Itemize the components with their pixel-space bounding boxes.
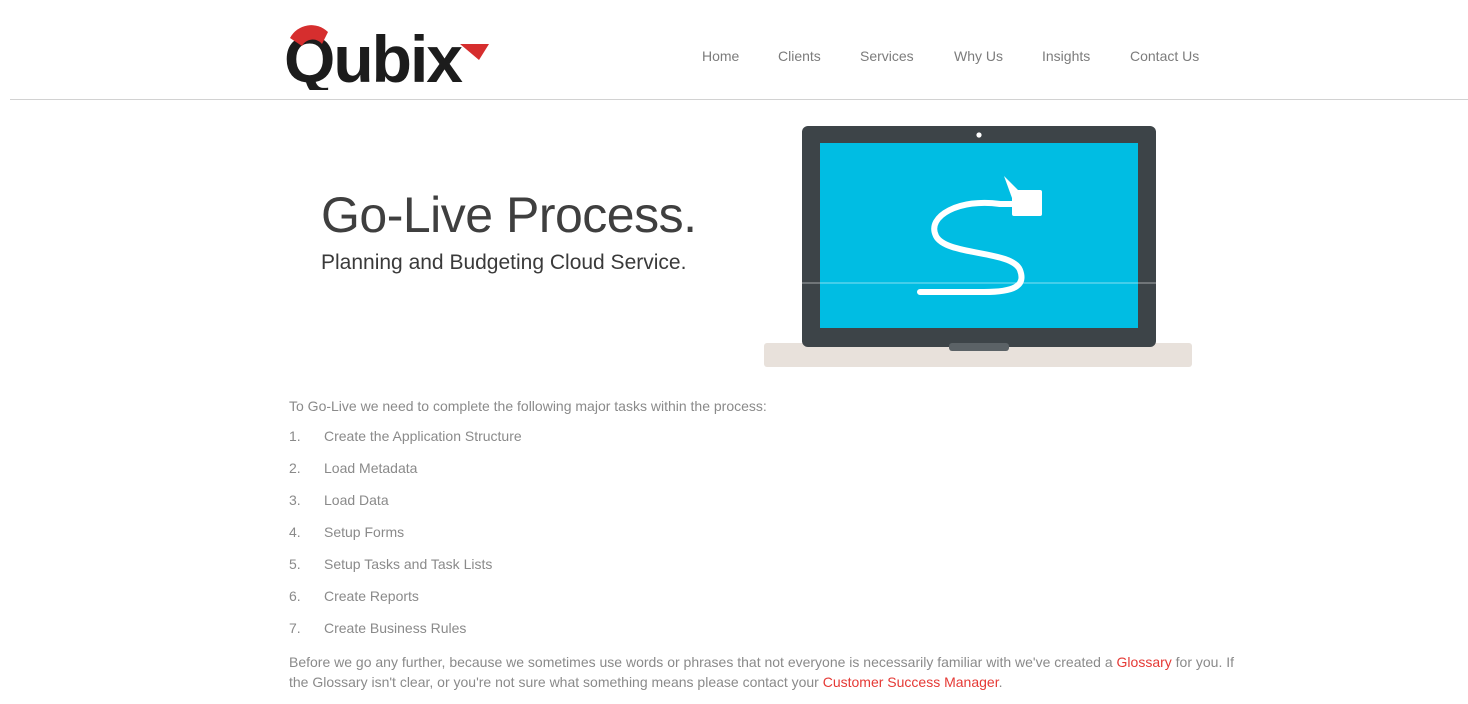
header-divider bbox=[10, 99, 1468, 100]
nav-services[interactable]: Services bbox=[860, 48, 914, 64]
glossary-link[interactable]: Glossary bbox=[1117, 654, 1172, 670]
list-item-number: 2. bbox=[289, 460, 301, 476]
list-item-number: 1. bbox=[289, 428, 301, 444]
list-item-label: Create Business Rules bbox=[324, 620, 467, 636]
site-header: Qubix Home Clients Services Why Us Insig… bbox=[0, 0, 1468, 100]
outro-part1: Before we go any further, because we som… bbox=[289, 654, 1113, 670]
laptop-camera bbox=[976, 132, 982, 138]
list-item: 2. Load Metadata bbox=[289, 458, 417, 478]
nav-why-us[interactable]: Why Us bbox=[954, 48, 1003, 64]
list-item-label: Load Metadata bbox=[324, 460, 418, 476]
list-item-number: 3. bbox=[289, 492, 301, 508]
logo-x-accent bbox=[460, 44, 489, 60]
list-item-number: 6. bbox=[289, 588, 301, 604]
qubix-logo[interactable]: Qubix bbox=[284, 24, 504, 90]
laptop-notch bbox=[949, 343, 1009, 351]
list-item-label: Setup Forms bbox=[324, 524, 405, 540]
page-title: Go-Live Process. bbox=[321, 187, 697, 243]
laptop-screen bbox=[820, 143, 1138, 328]
outro-text: Before we go any further, because we som… bbox=[289, 652, 1239, 692]
list-item: 7. Create Business Rules bbox=[289, 618, 466, 638]
list-item-number: 5. bbox=[289, 556, 301, 572]
nav-home[interactable]: Home bbox=[702, 48, 739, 64]
list-item: 5. Setup Tasks and Task Lists bbox=[289, 554, 492, 574]
list-item: 4. Setup Forms bbox=[289, 522, 404, 542]
list-item-label: Create the Application Structure bbox=[324, 428, 522, 444]
list-item: 6. Create Reports bbox=[289, 586, 419, 606]
main-content: To Go-Live we need to complete the follo… bbox=[289, 397, 1239, 690]
list-item-number: 4. bbox=[289, 524, 301, 540]
page-subtitle: Planning and Budgeting Cloud Service. bbox=[321, 251, 687, 274]
list-item: 3. Load Data bbox=[289, 490, 389, 510]
laptop-with-cable-icon bbox=[764, 126, 1192, 367]
list-item-label: Load Data bbox=[324, 492, 389, 508]
list-item-label: Create Reports bbox=[324, 588, 419, 604]
nav-contact-us[interactable]: Contact Us bbox=[1130, 48, 1199, 64]
nav-insights[interactable]: Insights bbox=[1042, 48, 1090, 64]
outro-end: . bbox=[998, 674, 1003, 690]
intro-text: To Go-Live we need to complete the follo… bbox=[289, 398, 767, 414]
list-item-number: 7. bbox=[289, 620, 301, 636]
customer-success-manager-link[interactable]: Customer Success Manager bbox=[823, 674, 999, 690]
list-item-label: Setup Tasks and Task Lists bbox=[324, 556, 493, 572]
nav-clients[interactable]: Clients bbox=[778, 48, 821, 64]
list-item: 1. Create the Application Structure bbox=[289, 426, 522, 446]
